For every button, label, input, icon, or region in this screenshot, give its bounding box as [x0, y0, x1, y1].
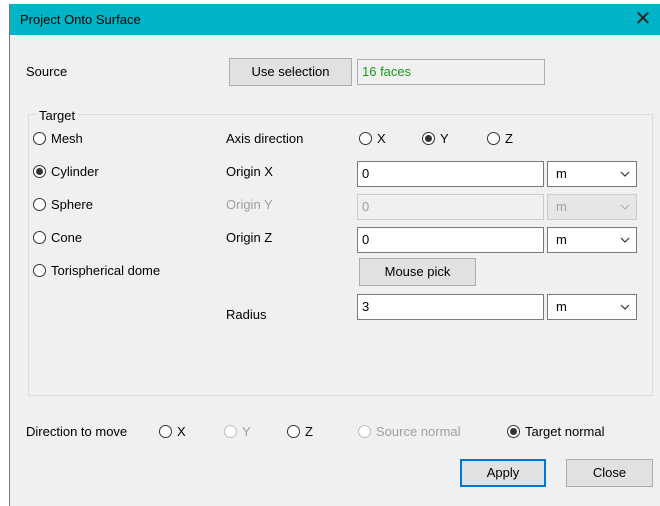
- direction-radio-y-label: Y: [242, 424, 251, 439]
- target-group: [28, 114, 653, 396]
- chevron-down-icon: [620, 304, 630, 310]
- radio-mesh-indicator: [33, 132, 46, 145]
- radio-cone-label: Cone: [51, 230, 83, 245]
- radius-unit-value: m: [556, 299, 567, 314]
- mouse-pick-button[interactable]: Mouse pick: [359, 258, 476, 286]
- origin-x-label: Origin X: [226, 164, 273, 179]
- origin-z-input[interactable]: 0: [357, 227, 544, 253]
- title-bar: Project Onto Surface ✕: [10, 4, 660, 35]
- radius-label: Radius: [226, 307, 267, 322]
- direction-radio-target-normal-label: Target normal: [525, 424, 605, 439]
- axis-radio-y-label: Y: [440, 131, 449, 146]
- direction-radio-x-indicator: [159, 425, 172, 438]
- direction-radio-source-normal-indicator: [358, 425, 371, 438]
- origin-z-label: Origin Z: [226, 230, 273, 245]
- direction-radio-x-label: X: [177, 424, 186, 439]
- chevron-down-icon: [620, 237, 630, 243]
- direction-radio-source-normal-label: Source normal: [376, 424, 461, 439]
- project-onto-surface-dialog: Project Onto Surface ✕ Source Use select…: [9, 4, 660, 506]
- radius-unit-select[interactable]: m: [547, 294, 637, 320]
- origin-y-unit-value: m: [556, 199, 567, 214]
- axis-radio-x-label: X: [377, 131, 386, 146]
- chevron-down-icon: [620, 171, 630, 177]
- close-icon[interactable]: ✕: [629, 7, 657, 31]
- radio-cylinder-indicator: [33, 165, 46, 178]
- source-value-field: 16 faces: [357, 59, 545, 85]
- axis-radio-z-label: Z: [505, 131, 513, 146]
- radio-torispherical-dome-label: Torispherical dome: [51, 263, 161, 278]
- radio-sphere-label: Sphere: [51, 197, 93, 212]
- origin-y-unit-select: m: [547, 194, 637, 220]
- origin-y-input: 0: [357, 194, 544, 220]
- direction-to-move-label: Direction to move: [26, 424, 128, 439]
- origin-x-unit-value: m: [556, 166, 567, 181]
- radio-sphere-indicator: [33, 198, 46, 211]
- radius-input[interactable]: 3: [357, 294, 544, 320]
- source-label: Source: [26, 64, 68, 79]
- close-button[interactable]: Close: [566, 459, 653, 487]
- origin-x-unit-select[interactable]: m: [547, 161, 637, 187]
- direction-radio-z-label: Z: [305, 424, 313, 439]
- radio-torispherical-dome-indicator: [33, 264, 46, 277]
- axis-radio-x-indicator: [359, 132, 372, 145]
- axis-radio-y-indicator: [422, 132, 435, 145]
- target-group-label: Target: [36, 108, 79, 123]
- radio-mesh-label: Mesh: [51, 131, 83, 146]
- window-title: Project Onto Surface: [20, 12, 141, 27]
- direction-radio-y-indicator: [224, 425, 237, 438]
- origin-y-label: Origin Y: [226, 197, 273, 212]
- radio-cylinder-label: Cylinder: [51, 164, 99, 179]
- origin-z-unit-select[interactable]: m: [547, 227, 637, 253]
- origin-x-input[interactable]: 0: [357, 161, 544, 187]
- direction-radio-target-normal-indicator: [507, 425, 520, 438]
- origin-z-unit-value: m: [556, 232, 567, 247]
- chevron-down-icon: [620, 204, 630, 210]
- direction-radio-z-indicator: [287, 425, 300, 438]
- radio-cone-indicator: [33, 231, 46, 244]
- apply-button[interactable]: Apply: [460, 459, 546, 487]
- axis-radio-z-indicator: [487, 132, 500, 145]
- axis-direction-label: Axis direction: [226, 131, 304, 146]
- use-selection-button[interactable]: Use selection: [229, 58, 352, 86]
